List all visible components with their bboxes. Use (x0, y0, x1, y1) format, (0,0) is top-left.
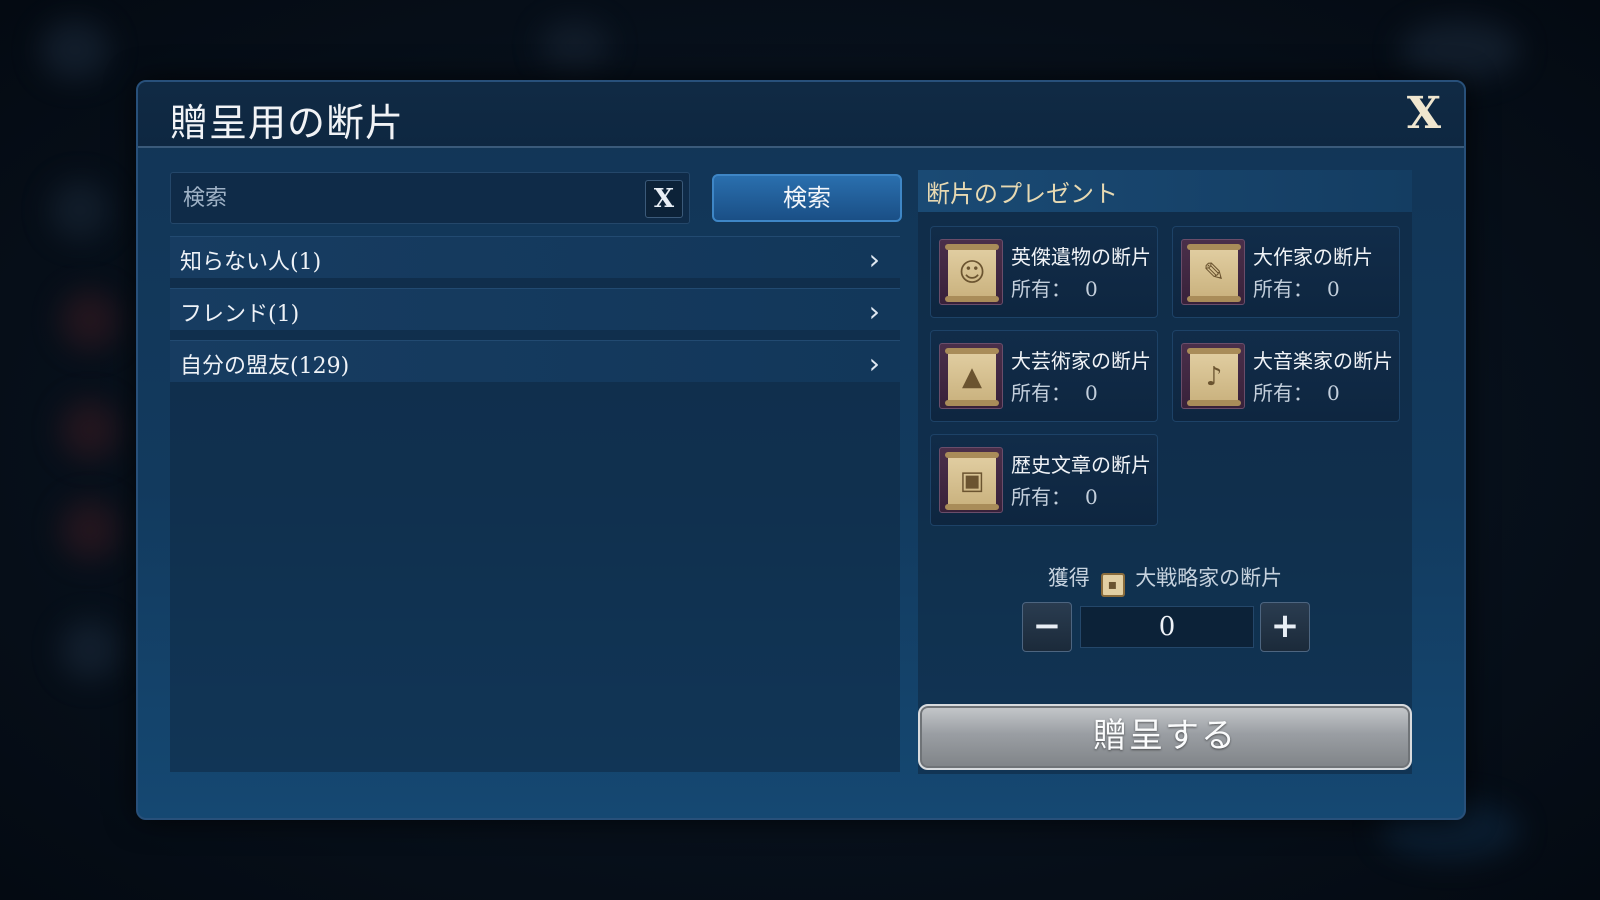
search-clear-button[interactable]: X (645, 180, 683, 218)
close-button[interactable]: X (1400, 90, 1448, 138)
fragments-panel-title: 断片のプレゼント (926, 180, 1118, 208)
fragments-panel: 断片のプレゼント ☺ 英傑遺物の断片 所有： 0 ✎ 大作家の断片 所有： 0 ▲ … (918, 170, 1412, 774)
dialog-header: 贈呈用の断片 X (138, 82, 1464, 148)
search-box: X (170, 172, 690, 224)
list-item-label: 自分の盟友(129) (180, 354, 350, 379)
decrease-quantity-button[interactable]: − (1022, 602, 1072, 652)
chevron-right-icon: › (868, 295, 880, 328)
fragment-card[interactable]: ✎ 大作家の断片 所有： 0 (1172, 226, 1400, 318)
fragment-card[interactable]: ▣ 歴史文章の断片 所有： 0 (930, 434, 1158, 526)
recipient-list: 知らない人(1) › フレンド(1) › 自分の盟友(129) › (170, 236, 900, 772)
background-blur (60, 500, 120, 560)
background-blur (60, 400, 120, 460)
fragment-owned: 所有： 0 (1011, 381, 1098, 405)
dialog-title: 贈呈用の断片 (170, 101, 405, 145)
quill-scroll-icon: ✎ (1181, 239, 1245, 305)
fragment-name: 大芸術家の断片 (1011, 349, 1151, 373)
fragment-owned: 所有： 0 (1253, 381, 1340, 405)
background-blur (540, 20, 610, 70)
strategist-scroll-icon: ▪ (1100, 573, 1125, 597)
painting-scroll-icon: ▲ (939, 343, 1003, 409)
recipient-category-friends[interactable]: フレンド(1) › (170, 288, 900, 330)
list-item-label: 知らない人(1) (180, 250, 322, 275)
recipient-category-alliance[interactable]: 自分の盟友(129) › (170, 340, 900, 382)
fragment-card[interactable]: ▲ 大芸術家の断片 所有： 0 (930, 330, 1158, 422)
background-blur (1400, 20, 1520, 80)
gift-fragments-dialog: 贈呈用の断片 X X 検索 知らない人(1) › フレンド(1) › 自分の盟友… (136, 80, 1466, 820)
fragment-card[interactable]: ♪ 大音楽家の断片 所有： 0 (1172, 330, 1400, 422)
gift-button[interactable]: 贈呈する (918, 704, 1412, 770)
chest-scroll-icon: ▣ (939, 447, 1003, 513)
search-button[interactable]: 検索 (712, 174, 902, 222)
fragment-name: 歴史文章の断片 (1011, 453, 1151, 477)
fragments-panel-header: 断片のプレゼント (918, 170, 1412, 212)
fragment-card[interactable]: ☺ 英傑遺物の断片 所有： 0 (930, 226, 1158, 318)
fragment-name: 英傑遺物の断片 (1011, 245, 1151, 269)
background-blur (50, 180, 110, 240)
fragment-owned: 所有： 0 (1011, 485, 1098, 509)
music-scroll-icon: ♪ (1181, 343, 1245, 409)
obtain-row: 獲得 ▪ 大戦略家の断片 (918, 562, 1412, 597)
obtain-item-name: 大戦略家の断片 (1135, 566, 1283, 590)
fragment-name: 大音楽家の断片 (1253, 349, 1393, 373)
obtain-prefix: 獲得 (1047, 566, 1090, 590)
fragment-owned: 所有： 0 (1253, 277, 1340, 301)
recipient-category-strangers[interactable]: 知らない人(1) › (170, 236, 900, 278)
background-blur (60, 290, 120, 350)
search-input[interactable] (171, 173, 641, 223)
background-blur (40, 20, 110, 80)
quantity-field[interactable]: 0 (1080, 606, 1254, 648)
chevron-right-icon: › (868, 347, 880, 380)
list-item-label: フレンド(1) (180, 302, 300, 327)
background-blur (60, 620, 120, 680)
fragment-owned: 所有： 0 (1011, 277, 1098, 301)
fragment-name: 大作家の断片 (1253, 245, 1373, 269)
bust-scroll-icon: ☺ (939, 239, 1003, 305)
chevron-right-icon: › (868, 243, 880, 276)
increase-quantity-button[interactable]: + (1260, 602, 1310, 652)
